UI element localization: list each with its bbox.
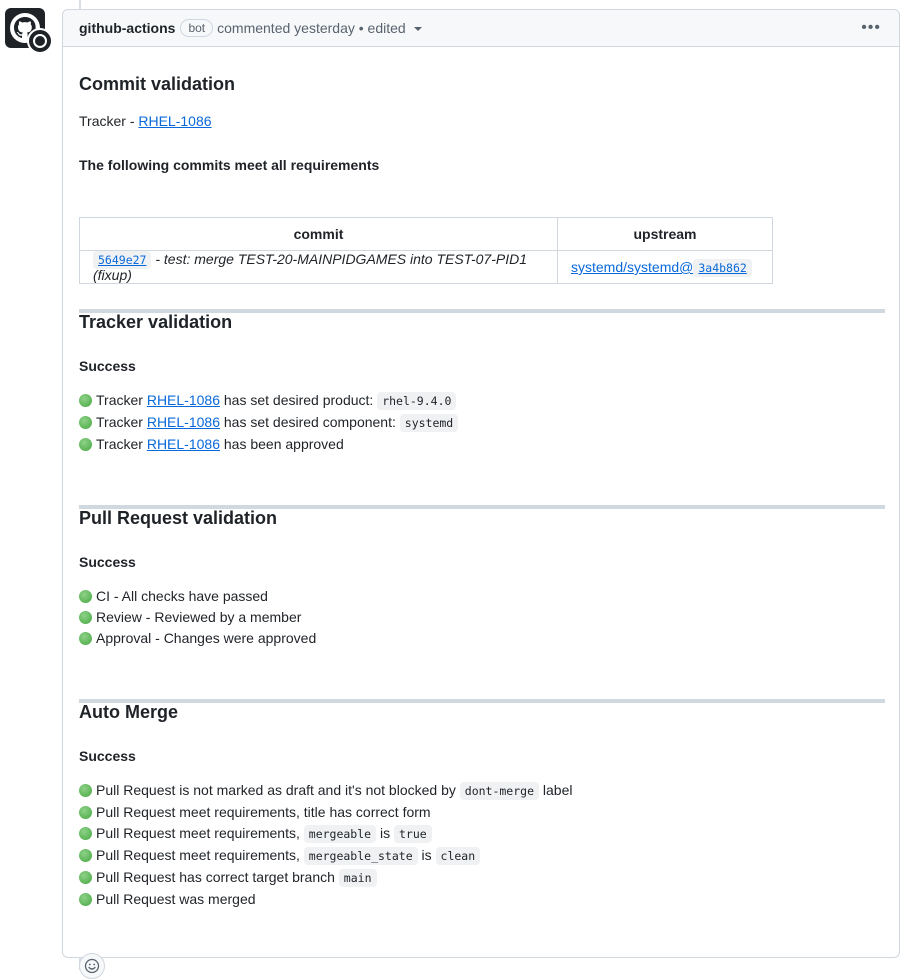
tracker-link[interactable]: RHEL-1086 [147,414,220,430]
pr-validation-status: Success [79,554,136,570]
commits-subtitle: The following commits meet all requireme… [79,157,380,173]
list-item: Pull Request has correct target branch m… [79,869,377,887]
success-dot-icon [79,849,92,862]
list-item: Review - Reviewed by a member [79,609,301,625]
component-code: systemd [399,414,459,432]
comment-meta[interactable]: commented yesterday • edited [217,20,406,36]
success-dot-icon [79,784,92,797]
tracker-link[interactable]: RHEL-1086 [147,436,220,452]
tracker-link[interactable]: RHEL-1086 [138,113,211,129]
success-dot-icon [79,590,92,603]
list-item: Pull Request was merged [79,891,256,907]
success-dot-icon [79,806,92,819]
column-header-commit: commit [79,217,558,251]
add-reaction-button[interactable] [79,953,105,979]
list-item: Tracker RHEL-1086 has been approved [79,436,344,452]
more-options-icon[interactable]: ••• [861,20,881,36]
tracker-line: Tracker - RHEL-1086 [79,113,212,129]
list-item: Pull Request meet requirements, title ha… [79,804,431,820]
author-link[interactable]: github-actions [79,20,175,36]
pr-validation-heading: Pull Request validation [79,508,278,528]
tracker-validation-heading: Tracker validation [79,312,233,332]
commits-table: commit upstream 5649e27 - test: merge TE… [79,217,773,284]
success-dot-icon [79,438,92,451]
success-dot-icon [79,871,92,884]
commit-cell: 5649e27 - test: merge TEST-20-MAINPIDGAM… [79,250,558,284]
comment-box: github-actions bot commented yesterday •… [62,9,900,979]
auto-merge-status: Success [79,748,136,764]
edit-history-chevron-icon[interactable] [413,27,422,31]
commit-message: - test: merge TEST-20-MAINPIDGAMES into … [93,251,527,283]
success-dot-icon [79,632,92,645]
success-dot-icon [79,394,92,407]
list-item: Pull Request is not marked as draft and … [79,782,572,800]
list-item: Pull Request meet requirements, mergeabl… [79,825,432,843]
list-item: Tracker RHEL-1086 has set desired compon… [79,414,459,432]
list-item: CI - All checks have passed [79,588,268,604]
upstream-cell: systemd/systemd@ 3a4b862 [557,250,773,284]
divider [79,699,885,703]
github-badge-icon [27,28,53,54]
tracker-validation-status: Success [79,358,136,374]
tracker-link[interactable]: RHEL-1086 [147,392,220,408]
list-item: Approval - Changes were approved [79,630,316,646]
upstream-repo-link[interactable]: systemd/systemd@ [571,259,693,275]
auto-merge-heading: Auto Merge [79,702,178,722]
product-code: rhel-9.4.0 [377,392,457,410]
table-header-row: commit upstream [79,217,773,251]
column-header-upstream: upstream [557,217,773,251]
success-dot-icon [79,416,92,429]
bot-label: bot [180,19,214,37]
avatar[interactable] [5,8,53,54]
list-item: Pull Request meet requirements, mergeabl… [79,847,481,865]
success-dot-icon [79,893,92,906]
upstream-sha-link[interactable]: 3a4b862 [693,259,752,277]
table-row: 5649e27 - test: merge TEST-20-MAINPIDGAM… [79,250,773,284]
success-dot-icon [79,827,92,840]
smiley-icon [84,958,100,974]
success-dot-icon [79,611,92,624]
list-item: Tracker RHEL-1086 has set desired produc… [79,392,457,410]
commit-validation-heading: Commit validation [79,74,236,94]
comment-header: github-actions bot commented yesterday •… [63,10,899,47]
